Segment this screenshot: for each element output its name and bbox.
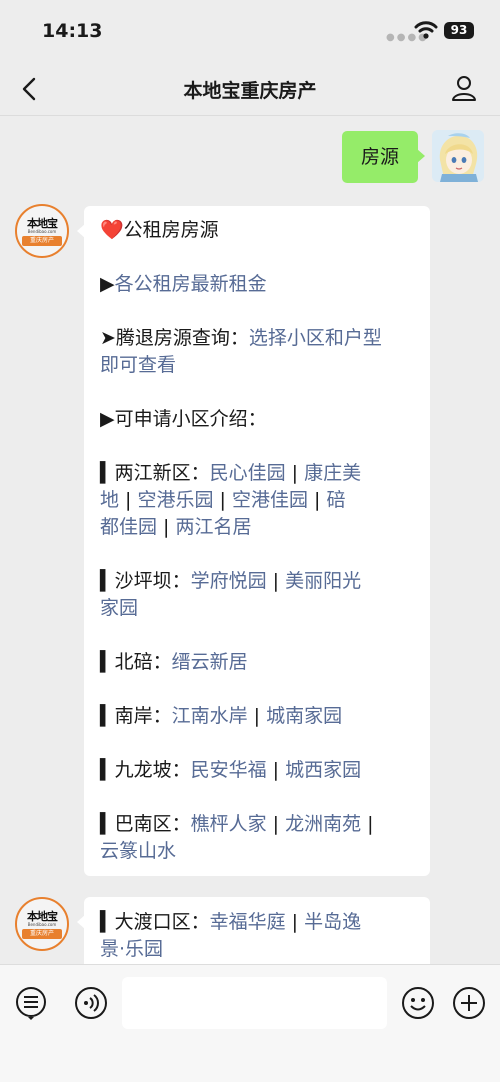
sent-message-text: 房源 xyxy=(360,146,399,168)
community-link[interactable]: 民安华福 xyxy=(191,759,267,781)
community-link[interactable]: 龙洲南苑 xyxy=(285,813,361,835)
user-profile-icon[interactable] xyxy=(450,74,478,102)
message-line: ❤️公租房房源 xyxy=(100,219,219,241)
message-line: ▍九龙坡：民安华福 | 城西家园 xyxy=(100,759,362,781)
community-link[interactable]: 半岛逸 xyxy=(304,911,361,933)
wifi-icon xyxy=(414,21,438,39)
community-link[interactable]: 碚 xyxy=(327,489,346,511)
logo-tag: 重庆房产 xyxy=(22,929,62,939)
voice-icon[interactable] xyxy=(74,986,108,1020)
message-line: 云篆山水 xyxy=(100,838,418,865)
my-avatar[interactable] xyxy=(432,130,484,182)
community-link[interactable]: 都佳园 xyxy=(100,516,157,538)
message-input[interactable] xyxy=(122,977,387,1029)
community-link[interactable]: 缙云新居 xyxy=(172,651,248,673)
sender-avatar[interactable]: 本地宝 Bendibao.com 重庆房产 xyxy=(15,897,69,951)
community-link[interactable]: 江南水岸 xyxy=(172,705,248,727)
message-line: 家园 xyxy=(100,595,418,622)
logo-domain: Bendibao.com xyxy=(27,922,57,927)
chat-input-bar xyxy=(0,964,500,1082)
message-line: 即可查看 xyxy=(100,352,418,379)
anime-avatar-icon xyxy=(432,130,484,182)
community-link[interactable]: 空港佳园 xyxy=(232,489,308,511)
community-link[interactable]: 家园 xyxy=(100,597,138,619)
chat-menu-icon[interactable] xyxy=(14,986,48,1020)
community-link[interactable]: 康庄美 xyxy=(304,462,361,484)
vacated-query-link[interactable]: 即可查看 xyxy=(100,354,176,376)
heart-icon: ❤️ xyxy=(100,219,124,241)
logo-domain: Bendibao.com xyxy=(27,229,57,234)
status-time: 14:13 xyxy=(42,20,103,42)
vacated-query-link[interactable]: 选择小区和户型 xyxy=(249,327,382,349)
message-line: 都佳园 | 两江名居 xyxy=(100,516,252,538)
message-line: 景·乐园 xyxy=(100,936,418,963)
logo-tag: 重庆房产 xyxy=(22,236,62,246)
community-link[interactable]: 城西家园 xyxy=(285,759,361,781)
sender-avatar[interactable]: 本地宝 Bendibao.com 重庆房产 xyxy=(15,204,69,258)
status-bar: 14:13 ●●●● 93 xyxy=(0,0,500,62)
community-link[interactable]: 樵枰人家 xyxy=(191,813,267,835)
chat-title: 本地宝重庆房产 xyxy=(183,80,317,102)
message-line: ▍沙坪坝：学府悦园 | 美丽阳光 xyxy=(100,570,362,592)
message-line: ▶各公租房最新租金 xyxy=(100,273,267,295)
message-line: ▶可申请小区介绍： xyxy=(100,408,267,430)
community-link[interactable]: 美丽阳光 xyxy=(285,570,361,592)
message-line: ▍大渡口区：幸福华庭 | 半岛逸 xyxy=(100,911,362,933)
sent-message-bubble[interactable]: 房源 xyxy=(342,131,425,183)
message-line: ➤腾退房源查询：选择小区和户型 xyxy=(100,327,382,349)
community-link[interactable]: 幸福华庭 xyxy=(210,911,286,933)
community-link[interactable]: 民心佳园 xyxy=(210,462,286,484)
community-link[interactable]: 空港乐园 xyxy=(138,489,214,511)
chat-header: 本地宝重庆房产 xyxy=(0,62,500,116)
community-link[interactable]: 两江名居 xyxy=(176,516,252,538)
community-link[interactable]: 城南家园 xyxy=(266,705,342,727)
message-line: 地 | 空港乐园 | 空港佳园 | 碚 xyxy=(100,489,346,511)
community-link[interactable]: 学府悦园 xyxy=(191,570,267,592)
latest-rent-link[interactable]: 各公租房最新租金 xyxy=(115,273,267,295)
community-link[interactable]: 景·乐园 xyxy=(100,938,163,960)
community-link[interactable]: 地 xyxy=(100,489,119,511)
back-arrow-icon[interactable] xyxy=(18,76,42,102)
plus-icon[interactable] xyxy=(452,986,486,1020)
received-message-bubble: ❤️公租房房源 ▶各公租房最新租金 ➤腾退房源查询：选择小区和户型 即可查看 ▶… xyxy=(77,206,430,876)
emoji-icon[interactable] xyxy=(401,986,435,1020)
battery-indicator: 93 xyxy=(444,22,474,39)
message-line: ▍两江新区：民心佳园 | 康庄美 xyxy=(100,462,362,484)
community-link[interactable]: 云篆山水 xyxy=(100,840,176,862)
message-line: ▍巴南区：樵枰人家 | 龙洲南苑 | xyxy=(100,813,374,835)
message-line: ▍南岸：江南水岸 | 城南家园 xyxy=(100,705,343,727)
message-line: ▍北碚：缙云新居 xyxy=(100,651,248,673)
